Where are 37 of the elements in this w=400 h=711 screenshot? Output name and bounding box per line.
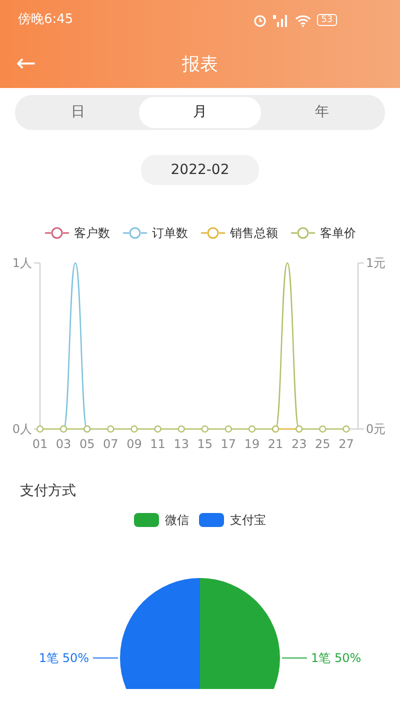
axis-label: 1人	[12, 256, 32, 270]
legend-label: 客户数	[74, 225, 110, 242]
axis-label: 0人	[12, 422, 32, 436]
section-title: 支付方式	[20, 483, 76, 499]
axis-label: 17	[220, 437, 236, 451]
period-tab[interactable]: 日	[17, 97, 139, 128]
axis-label: 07	[103, 437, 118, 451]
legend-label: 订单数	[152, 225, 188, 242]
axis-label: 25	[315, 437, 330, 451]
period-tab[interactable]: 月	[139, 97, 261, 128]
axis-label: 15	[197, 437, 213, 451]
legend-label: 销售总额	[230, 225, 278, 242]
axis-label: 1元	[366, 256, 386, 270]
axis-label: 05	[79, 437, 95, 451]
axis-label: 11	[150, 437, 166, 451]
axis-label: 01	[32, 437, 48, 451]
axis-label: 0元	[366, 422, 386, 436]
page-title: 报表	[182, 52, 218, 76]
legend-label: 客单价	[320, 225, 356, 242]
axis-label: 09	[126, 437, 142, 451]
date-picker[interactable]: 2022-02	[140, 155, 260, 185]
alarm-icon	[253, 13, 268, 27]
legend-label: 微信	[165, 512, 189, 529]
axis-label: 19	[244, 437, 260, 451]
axis-label: 23	[291, 437, 307, 451]
signal-icon	[273, 14, 290, 26]
status-time: 傍晚6:45	[18, 11, 74, 30]
axis-label: 27	[338, 437, 354, 451]
data-label: 1笔 50%	[311, 651, 362, 665]
axis-label: 21	[268, 437, 284, 451]
wifi-icon	[295, 14, 312, 26]
axis-label: 03	[56, 437, 72, 451]
battery-level: 53	[317, 14, 337, 26]
legend-label: 支付宝	[230, 512, 266, 529]
axis-label: 13	[174, 437, 189, 451]
data-label: 1笔 50%	[38, 651, 89, 665]
period-tab[interactable]: 年	[261, 97, 383, 128]
